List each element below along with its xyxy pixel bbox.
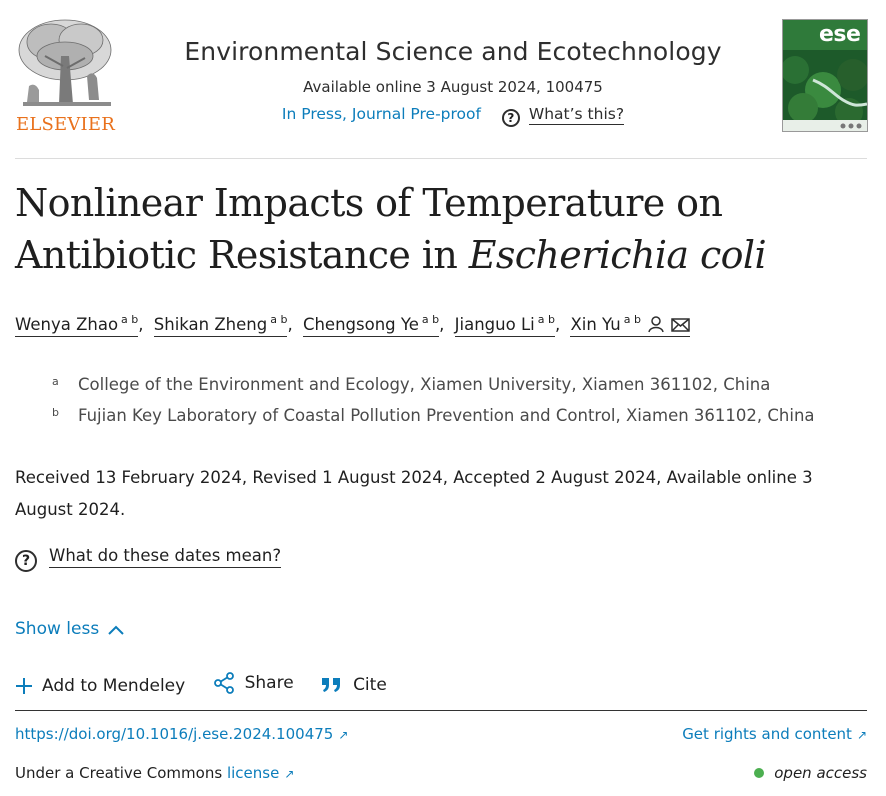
share-icon — [213, 672, 234, 694]
cover-ese-label: ese — [819, 22, 861, 47]
dates-help-link[interactable]: What do these dates mean? — [49, 546, 282, 568]
chevron-up-icon — [108, 625, 124, 635]
show-less-label: Show less — [15, 619, 100, 639]
author-name: Chengsong Ye — [302, 315, 419, 334]
question-circle-icon: ? — [15, 550, 37, 572]
affiliation-label: b — [52, 406, 59, 419]
author-separator: , — [287, 315, 293, 334]
author-separator: , — [138, 315, 144, 334]
author-affiliation-sup: a b — [537, 313, 555, 326]
author-separator: , — [439, 315, 445, 334]
author-link[interactable]: Chengsong Ye a b — [302, 313, 440, 337]
actions-divider — [15, 710, 867, 711]
open-access-badge: open access — [754, 764, 867, 782]
journal-header: ELSEVIER Environmental Science and Ecote… — [15, 16, 868, 158]
plus-icon — [16, 678, 32, 694]
elsevier-tree-icon — [18, 19, 112, 106]
cite-button[interactable]: Cite — [320, 675, 387, 695]
open-access-dot-icon — [754, 768, 765, 778]
author-link-corresponding[interactable]: Xin Yu a b — [570, 313, 690, 337]
envelope-icon — [671, 318, 690, 332]
share-button[interactable]: Share — [212, 671, 294, 695]
license-line: Under a Creative Commons license ↗ — [15, 764, 294, 782]
author-name: Xin Yu — [570, 315, 621, 334]
affiliation-item: a College of the Environment and Ecology… — [52, 373, 815, 404]
journal-title[interactable]: Environmental Science and Ecotechnology — [173, 37, 733, 66]
author-link[interactable]: Wenya Zhao a b — [15, 313, 139, 337]
quote-icon — [322, 678, 341, 692]
dates-help[interactable]: ? What do these dates mean? — [15, 546, 282, 572]
status-row: In Press, Journal Pre-proof ? What’s this… — [173, 105, 733, 127]
header-divider — [15, 158, 867, 159]
author-name: Shikan Zheng — [153, 315, 268, 334]
whats-this-link[interactable]: What’s this? — [528, 105, 625, 125]
author-name: Jianguo Li — [454, 315, 535, 334]
doi-text: https://doi.org/10.1016/j.ese.2024.10047… — [15, 725, 334, 743]
author-affiliation-sup: a b — [623, 313, 641, 326]
author-name: Wenya Zhao — [15, 315, 119, 334]
availability-line: Available online 3 August 2024, 100475 — [303, 78, 603, 96]
author-affiliation-sup: a b — [270, 313, 288, 326]
affiliation-text: College of the Environment and Ecology, … — [78, 375, 771, 394]
question-circle-icon: ? — [501, 109, 520, 127]
author-link[interactable]: Shikan Zheng a b — [153, 313, 288, 337]
show-less-button[interactable]: Show less — [15, 619, 125, 639]
author-link[interactable]: Jianguo Li a b — [454, 313, 555, 337]
person-icon — [648, 316, 664, 333]
article-actions: Add to Mendeley Share Cite — [15, 671, 408, 700]
in-press-link[interactable]: In Press, Journal Pre-proof — [282, 105, 481, 123]
article-title: Nonlinear Impacts of Temperature on Anti… — [15, 177, 875, 281]
share-label: Share — [244, 673, 294, 693]
license-link[interactable]: license ↗ — [227, 764, 294, 782]
add-to-mendeley-button[interactable]: Add to Mendeley — [15, 676, 185, 696]
open-access-label: open access — [774, 764, 867, 782]
cite-label: Cite — [353, 675, 387, 695]
elsevier-wordmark: ELSEVIER — [16, 114, 115, 135]
doi-link[interactable]: https://doi.org/10.1016/j.ese.2024.10047… — [15, 725, 348, 743]
article-dates: Received 13 February 2024, Revised 1 Aug… — [15, 468, 813, 519]
affiliation-label: a — [52, 375, 59, 388]
external-link-icon: ↗ — [284, 767, 295, 781]
affiliation-item: b Fujian Key Laboratory of Coastal Pollu… — [52, 404, 815, 435]
journal-cover-image[interactable]: ese — [782, 19, 868, 132]
license-prefix: Under a Creative Commons — [15, 764, 227, 782]
add-to-mendeley-label: Add to Mendeley — [42, 676, 186, 696]
elsevier-logo[interactable]: ELSEVIER — [15, 16, 119, 135]
affiliation-text: Fujian Key Laboratory of Coastal Polluti… — [78, 406, 815, 425]
affiliation-list: a College of the Environment and Ecology… — [52, 373, 815, 435]
rights-text: Get rights and content — [682, 725, 852, 743]
article-title-species: Escherichia coli — [468, 233, 767, 277]
license-link-text: license — [226, 764, 280, 782]
author-affiliation-sup: a b — [421, 313, 440, 326]
author-separator: , — [554, 315, 561, 334]
external-link-icon: ↗ — [338, 728, 349, 742]
author-affiliation-sup: a b — [121, 313, 139, 326]
whats-this-help[interactable]: ? What’s this? — [501, 105, 625, 127]
rights-link[interactable]: Get rights and content ↗ — [682, 725, 867, 743]
external-link-icon: ↗ — [856, 728, 867, 742]
author-list: Wenya Zhao a b, Shikan Zheng a b, Chengson… — [15, 313, 690, 337]
